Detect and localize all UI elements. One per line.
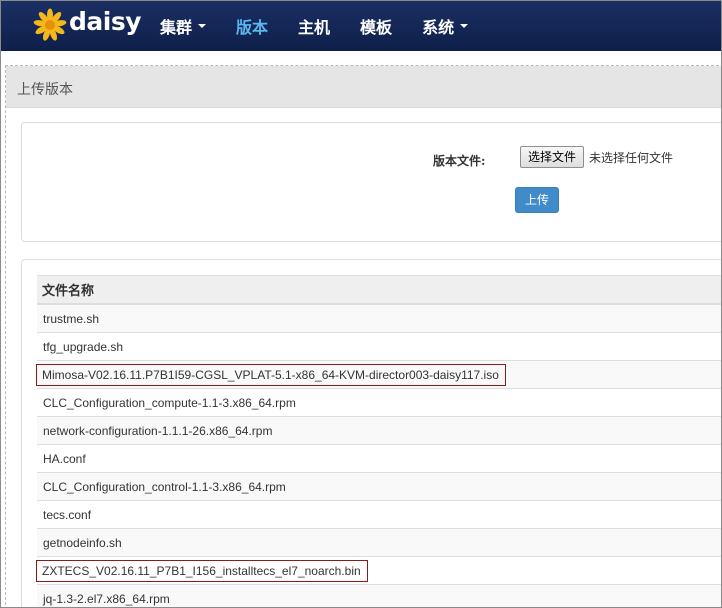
- nav-item-label: 模板: [360, 18, 393, 37]
- file-table-body: trustme.sh tfg_upgrade.sh Mimosa-V02.16.11…: [36, 304, 721, 607]
- upload-panel: 版本文件: 选择文件 未选择任何文件 上传: [21, 122, 721, 242]
- nav-item-label: 系统: [422, 18, 455, 37]
- table-row[interactable]: Mimosa-V02.16.11.P7B1I59-CGSL_VPLAT-5.1-…: [36, 360, 721, 389]
- main-content: 上传版本 版本文件: 选择文件 未选择任何文件 上传 文件名称 trustme.…: [5, 65, 721, 607]
- daisy-flower-icon: [33, 8, 67, 41]
- nav-item-label: 主机: [298, 18, 331, 37]
- choose-file-button[interactable]: 选择文件: [520, 146, 585, 168]
- table-row[interactable]: CLC_Configuration_control-1.1-3.x86_64.r…: [37, 472, 721, 501]
- file-name: tecs.conf: [43, 507, 92, 522]
- table-row[interactable]: ZXTECS_V02.16.11_P7B1_I156_installtecs_e…: [36, 556, 721, 585]
- file-name-cell: CLC_Configuration_compute-1.1-3.x86_64.r…: [37, 388, 721, 417]
- file-name-cell: Mimosa-V02.16.11.P7B1I59-CGSL_VPLAT-5.1-…: [36, 360, 721, 389]
- file-name-cell: network-configuration-1.1.1-26.x86_64.rp…: [37, 416, 721, 445]
- highlighted-file-name: ZXTECS_V02.16.11_P7B1_I156_installtecs_e…: [36, 559, 368, 582]
- file-name: trustme.sh: [43, 311, 100, 326]
- highlighted-file-name: Mimosa-V02.16.11.P7B1I59-CGSL_VPLAT-5.1-…: [36, 363, 506, 386]
- table-row[interactable]: tecs.conf: [37, 500, 721, 529]
- file-name: getnodeinfo.sh: [43, 535, 122, 550]
- table-header-row: 文件名称: [37, 275, 721, 305]
- table-row[interactable]: getnodeinfo.sh: [37, 528, 721, 557]
- table-row[interactable]: jq-1.3-2.el7.x86_64.rpm: [37, 584, 721, 607]
- table-row[interactable]: network-configuration-1.1.1-26.x86_64.rp…: [37, 416, 721, 445]
- file-name-cell: CLC_Configuration_control-1.1-3.x86_64.r…: [37, 472, 721, 501]
- table-row[interactable]: trustme.sh: [37, 304, 721, 333]
- file-name: CLC_Configuration_control-1.1-3.x86_64.r…: [43, 479, 286, 494]
- file-list-panel: 文件名称 trustme.sh tfg_upgrade.sh Mimosa-V02.…: [21, 259, 721, 607]
- version-file-label: 版本文件:: [433, 154, 486, 168]
- file-name-cell: tfg_upgrade.sh: [37, 332, 721, 361]
- file-name-cell: HA.conf: [37, 444, 721, 473]
- nav-item-system[interactable]: 系统: [413, 1, 477, 51]
- page-title: 上传版本: [17, 82, 73, 98]
- logo-text: daisy: [69, 7, 142, 36]
- table-row[interactable]: CLC_Configuration_compute-1.1-3.x86_64.r…: [37, 388, 721, 417]
- nav-item-cluster[interactable]: 集群: [151, 1, 215, 51]
- file-status-text: 未选择任何文件: [589, 151, 674, 165]
- file-name-cell: tecs.conf: [37, 500, 721, 529]
- file-name: tfg_upgrade.sh: [43, 339, 124, 354]
- top-navbar: daisy 集群 版本 主机 模板 系统: [1, 1, 721, 51]
- caret-down-icon: [460, 24, 469, 28]
- file-name-cell: jq-1.3-2.el7.x86_64.rpm: [37, 584, 721, 607]
- app-window: daisy 集群 版本 主机 模板 系统 上传版本 版本文件: 选择文件 未选择…: [0, 0, 722, 608]
- main-nav: 集群 版本 主机 模板 系统: [151, 1, 489, 51]
- nav-item-label: 版本: [236, 18, 269, 37]
- nav-item-label: 集群: [160, 18, 193, 37]
- caret-down-icon: [198, 24, 207, 28]
- file-table: 文件名称 trustme.sh tfg_upgrade.sh Mimosa-V02.…: [36, 275, 721, 607]
- nav-item-template[interactable]: 模板: [351, 1, 401, 51]
- page-header: 上传版本: [6, 66, 721, 108]
- table-row[interactable]: HA.conf: [37, 444, 721, 473]
- file-name-cell: getnodeinfo.sh: [37, 528, 721, 557]
- nav-item-version[interactable]: 版本: [227, 1, 277, 51]
- nav-item-host[interactable]: 主机: [289, 1, 339, 51]
- table-row[interactable]: tfg_upgrade.sh: [37, 332, 721, 361]
- file-name: jq-1.3-2.el7.x86_64.rpm: [43, 591, 170, 606]
- file-name: HA.conf: [43, 451, 86, 466]
- file-name-cell: trustme.sh: [37, 304, 721, 333]
- file-name: CLC_Configuration_compute-1.1-3.x86_64.r…: [43, 395, 296, 410]
- file-name: network-configuration-1.1.1-26.x86_64.rp…: [43, 423, 273, 438]
- column-header-file-name: 文件名称: [37, 275, 721, 305]
- upload-button[interactable]: 上传: [515, 187, 559, 213]
- file-name-cell: ZXTECS_V02.16.11_P7B1_I156_installtecs_e…: [36, 556, 721, 585]
